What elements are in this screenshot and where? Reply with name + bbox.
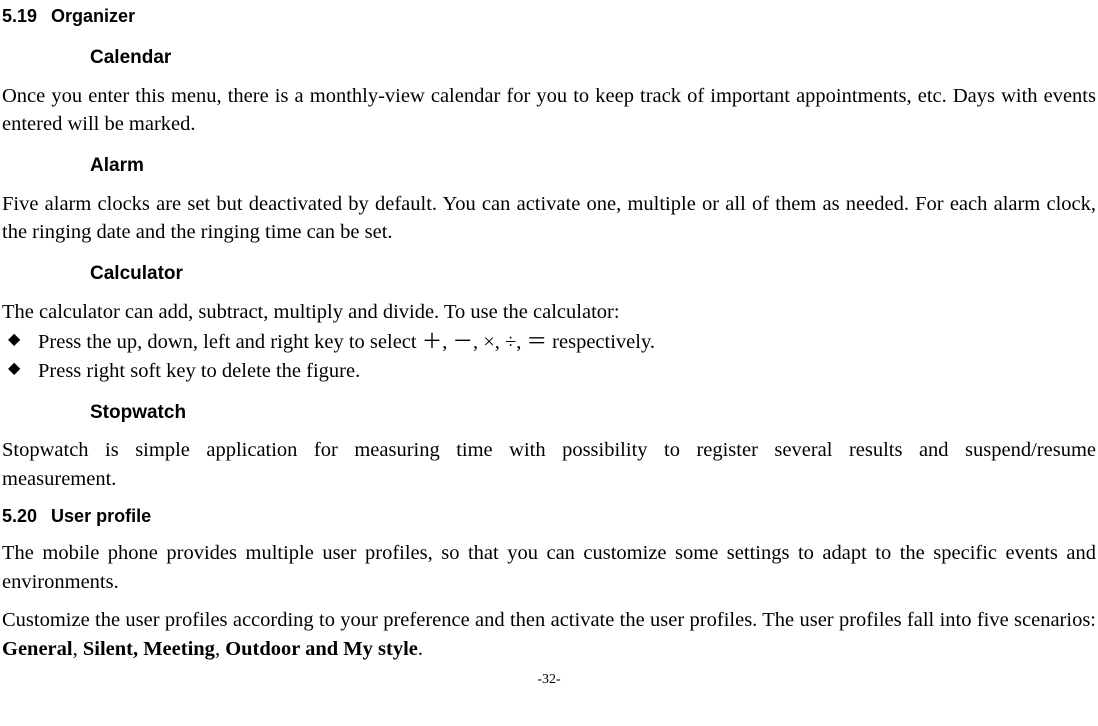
calculator-heading: Calculator — [90, 261, 1096, 288]
calculator-bullet-2: Press right soft key to delete the figur… — [2, 357, 1096, 386]
stopwatch-paragraph: Stopwatch is simple application for meas… — [2, 436, 1096, 493]
calculator-bullet-1: Press the up, down, left and right key t… — [2, 328, 1096, 357]
user-profile-para1: The mobile phone provides multiple user … — [2, 539, 1096, 596]
profile-general: General — [2, 638, 73, 660]
document-page: 5.19 Organizer Calendar Once you enter t… — [0, 0, 1098, 689]
section-5-20-header: 5.20 User profile — [2, 504, 1096, 529]
section-number: 5.20 — [2, 504, 37, 529]
para2-pre: Customize the user profiles according to… — [2, 609, 1096, 631]
page-number: -32- — [2, 670, 1096, 690]
stopwatch-heading: Stopwatch — [90, 400, 1096, 427]
profile-silent-meeting: Silent, Meeting — [83, 638, 215, 660]
alarm-heading: Alarm — [90, 153, 1096, 180]
user-profile-para2: Customize the user profiles according to… — [2, 606, 1096, 663]
section-5-19-header: 5.19 Organizer — [2, 4, 1096, 29]
calendar-paragraph: Once you enter this menu, there is a mon… — [2, 82, 1096, 139]
sep3: . — [418, 638, 423, 660]
alarm-paragraph: Five alarm clocks are set but deactivate… — [2, 190, 1096, 247]
calculator-bullets: Press the up, down, left and right key t… — [2, 328, 1096, 385]
section-title: User profile — [51, 504, 151, 529]
section-number: 5.19 — [2, 4, 37, 29]
profile-outdoor-mystyle: Outdoor and My style — [225, 638, 418, 660]
section-title: Organizer — [51, 4, 135, 29]
sep2: , — [215, 638, 225, 660]
calculator-intro: The calculator can add, subtract, multip… — [2, 298, 1096, 327]
calendar-heading: Calendar — [90, 45, 1096, 72]
sep1: , — [73, 638, 83, 660]
